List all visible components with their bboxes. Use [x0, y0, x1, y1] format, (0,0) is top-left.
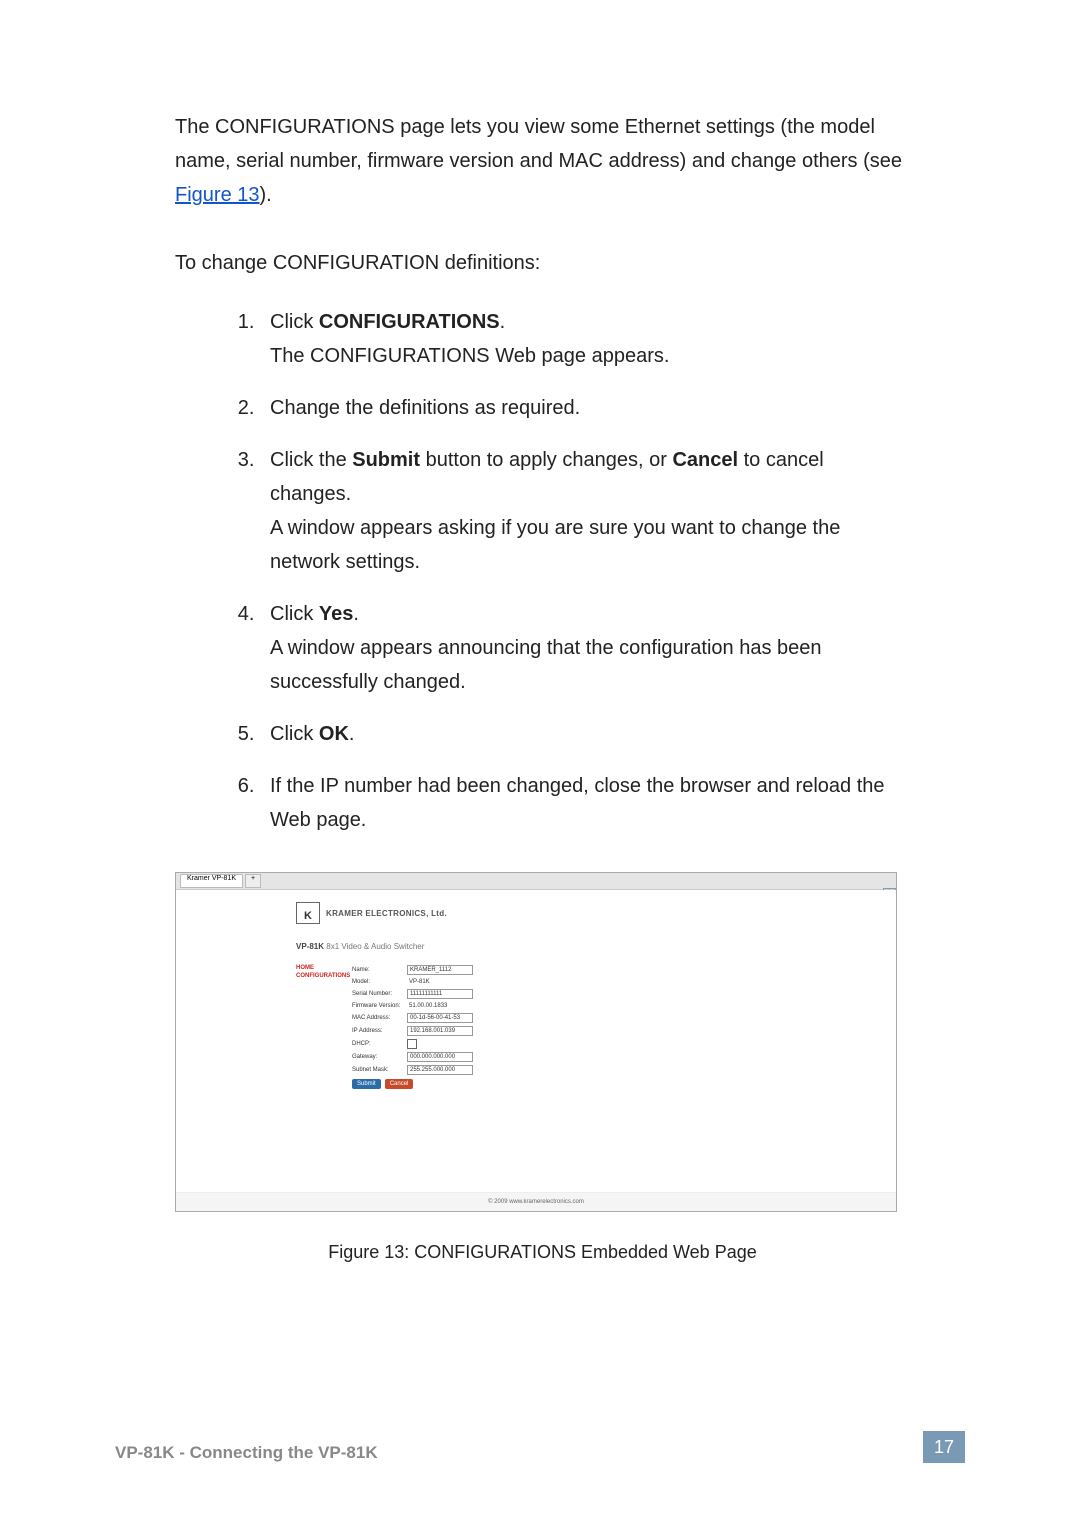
- ip-input[interactable]: 192.168.001.039: [407, 1026, 473, 1036]
- page-number: 17: [923, 1431, 965, 1463]
- submit-button[interactable]: Submit: [352, 1079, 381, 1089]
- model-label: Model:: [352, 979, 407, 985]
- browser-screenshot: Kramer VP-81K + ▲ K KRAMER ELECTRONICS, …: [175, 872, 897, 1212]
- intro-text-2: ).: [260, 184, 272, 206]
- content-row: HOME CONFIGURATIONS Name:KRAMER_1112 Mod…: [296, 965, 896, 1089]
- document-page: The CONFIGURATIONS page lets you view so…: [0, 0, 1080, 1263]
- new-tab-button[interactable]: +: [245, 874, 261, 888]
- browser-footer: © 2009 www.kramerelectronics.com: [176, 1192, 896, 1211]
- config-form: Name:KRAMER_1112 Model:VP-81K Serial Num…: [352, 965, 473, 1089]
- serial-label: Serial Number:: [352, 991, 407, 997]
- cancel-button[interactable]: Cancel: [385, 1079, 414, 1089]
- subheading: To change CONFIGURATION definitions:: [175, 252, 910, 275]
- model-line: VP-81K 8x1 Video & Audio Switcher: [296, 942, 896, 951]
- step-6: If the IP number had been changed, close…: [260, 769, 910, 837]
- gateway-input[interactable]: 000.000.000.000: [407, 1052, 473, 1062]
- subnet-label: Subnet Mask:: [352, 1067, 407, 1073]
- page-footer: VP-81K - Connecting the VP-81K 17: [115, 1431, 965, 1463]
- ip-label: IP Address:: [352, 1028, 407, 1034]
- figure-link[interactable]: Figure 13: [175, 184, 260, 206]
- nav-home[interactable]: HOME: [296, 965, 334, 971]
- intro-text-1: The CONFIGURATIONS page lets you view so…: [175, 116, 902, 172]
- figure-caption: Figure 13: CONFIGURATIONS Embedded Web P…: [175, 1242, 910, 1263]
- dhcp-checkbox[interactable]: [407, 1039, 417, 1049]
- fw-label: Firmware Version:: [352, 1003, 407, 1009]
- kramer-logo-icon: K: [296, 902, 320, 924]
- logo-row: K KRAMER ELECTRONICS, Ltd.: [296, 902, 896, 924]
- dhcp-label: DHCP:: [352, 1041, 407, 1047]
- model-value: VP-81K: [407, 978, 432, 986]
- browser-tab[interactable]: Kramer VP-81K: [180, 874, 243, 888]
- step-2: Change the definitions as required.: [260, 391, 910, 425]
- name-label: Name:: [352, 967, 407, 973]
- fw-value: 51.00.00.1833: [407, 1002, 449, 1010]
- serial-input[interactable]: 11111111111: [407, 989, 473, 999]
- mac-label: MAC Address:: [352, 1015, 407, 1021]
- steps-list: Click CONFIGURATIONS. The CONFIGURATIONS…: [175, 305, 910, 837]
- step-3: Click the Submit button to apply changes…: [260, 443, 910, 579]
- subnet-input[interactable]: 255.255.000.000: [407, 1065, 473, 1075]
- name-input[interactable]: KRAMER_1112: [407, 965, 473, 975]
- button-row: Submit Cancel: [352, 1079, 473, 1089]
- browser-body: K KRAMER ELECTRONICS, Ltd. VP-81K 8x1 Vi…: [176, 890, 896, 1192]
- nav-configurations[interactable]: CONFIGURATIONS: [296, 973, 334, 979]
- step-5: Click OK.: [260, 717, 910, 751]
- company-name: KRAMER ELECTRONICS, Ltd.: [326, 909, 447, 918]
- footer-title: VP-81K - Connecting the VP-81K: [115, 1443, 378, 1463]
- gateway-label: Gateway:: [352, 1054, 407, 1060]
- intro-paragraph: The CONFIGURATIONS page lets you view so…: [175, 110, 910, 212]
- side-nav: HOME CONFIGURATIONS: [296, 965, 334, 1089]
- step-4: Click Yes. A window appears announcing t…: [260, 597, 910, 699]
- browser-tabs: Kramer VP-81K +: [176, 873, 896, 890]
- step-1: Click CONFIGURATIONS. The CONFIGURATIONS…: [260, 305, 910, 373]
- mac-input[interactable]: 00-1d-56-00-41-53: [407, 1013, 473, 1023]
